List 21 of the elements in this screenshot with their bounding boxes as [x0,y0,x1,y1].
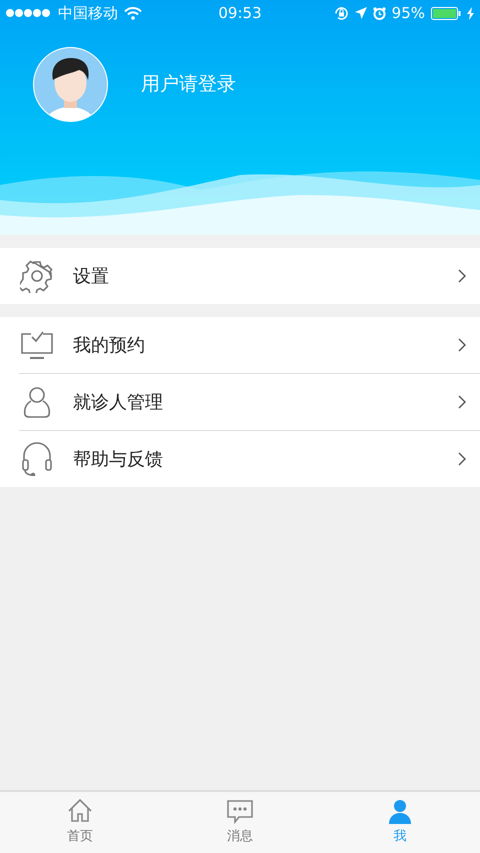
signal-icon [6,8,52,18]
battery-percent: 95% [392,2,426,24]
chevron-right-icon [458,452,466,466]
charging-icon [467,6,474,20]
chat-bubble-icon [226,797,254,825]
chevron-right-icon [458,395,466,409]
alarm-icon [372,6,386,20]
headset-icon [20,442,54,476]
home-icon [66,797,94,825]
tab-item[interactable]: 消息 [160,792,320,853]
rotation-lock-icon [334,6,349,20]
battery-icon [431,6,462,20]
status-time: 09:53 [218,2,262,24]
settings-icon [20,259,54,293]
person-icon [386,797,414,825]
carrier-name: 中国移动 [58,2,118,24]
location-icon [354,7,367,19]
wifi-icon [124,6,142,20]
chevron-right-icon [458,338,466,352]
tab-item[interactable]: 首页 [0,792,160,853]
chevron-right-icon [458,269,466,283]
